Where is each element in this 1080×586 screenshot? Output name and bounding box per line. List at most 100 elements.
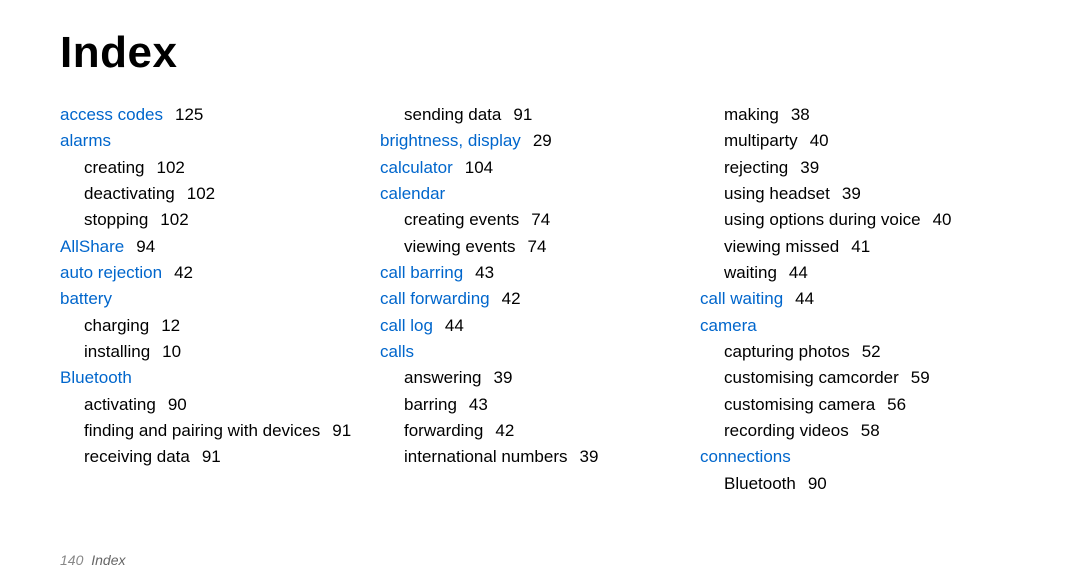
entry-page: 43 xyxy=(475,263,494,282)
entry-label: customising camcorder xyxy=(724,368,899,387)
entry-label: viewing events xyxy=(404,237,516,256)
index-subentry: rejecting 39 xyxy=(700,155,1000,181)
index-column-1: access codes125alarmscreating102deactiva… xyxy=(60,102,380,497)
index-column-2: sending data 91 brightness, display 29 calcu… xyxy=(380,102,700,497)
entry-label: connections xyxy=(700,447,791,466)
index-subentry: capturing photos52 xyxy=(700,339,1000,365)
entry-page: 39 xyxy=(579,447,598,466)
entry-label: call log xyxy=(380,316,433,335)
index-subentry: customising camera 56 xyxy=(700,392,1000,418)
entry-page: 44 xyxy=(789,263,808,282)
index-subentry: making38 xyxy=(700,102,1000,128)
entry-label: multiparty xyxy=(724,131,798,150)
index-term: calendar xyxy=(380,181,680,207)
index-term: access codes 125 xyxy=(60,102,360,128)
entry-label: forwarding xyxy=(404,421,483,440)
index-subentry: answering39 xyxy=(380,365,680,391)
index-term: camera xyxy=(700,313,1000,339)
index-subentry: recording videos 58 xyxy=(700,418,1000,444)
entry-page: 91 xyxy=(332,421,351,440)
page-title: Index xyxy=(60,28,1020,78)
entry-label: deactivating xyxy=(84,184,175,203)
entry-page: 52 xyxy=(862,342,881,361)
entry-label: barring xyxy=(404,395,457,414)
entry-label: AllShare xyxy=(60,237,124,256)
entry-label: call forwarding xyxy=(380,289,490,308)
index-term: battery xyxy=(60,286,360,312)
index-term: brightness, display 29 xyxy=(380,128,680,154)
index-subentry: finding and pairing with devices 91 xyxy=(60,418,360,444)
entry-label: call barring xyxy=(380,263,463,282)
index-column-3: making38multiparty40rejecting39using hea… xyxy=(700,102,1020,497)
index-term: call log44 xyxy=(380,313,680,339)
entry-label: sending data xyxy=(404,105,501,124)
entry-page: 29 xyxy=(533,131,552,150)
entry-label: alarms xyxy=(60,131,111,150)
entry-page: 90 xyxy=(808,474,827,493)
entry-page: 38 xyxy=(791,105,810,124)
entry-page: 56 xyxy=(887,395,906,414)
entry-label: calculator xyxy=(380,158,453,177)
entry-page: 42 xyxy=(502,289,521,308)
entry-label: finding and pairing with devices xyxy=(84,421,320,440)
index-subentry: using options during voice40 xyxy=(700,207,1000,233)
index-term: auto rejection 42 xyxy=(60,260,360,286)
index-term: connections xyxy=(700,444,1000,470)
entry-page: 39 xyxy=(842,184,861,203)
index-subentry: receiving data 91 xyxy=(60,444,360,470)
entry-label: charging xyxy=(84,316,149,335)
entry-page: 102 xyxy=(160,210,188,229)
entry-page: 10 xyxy=(162,342,181,361)
entry-label: installing xyxy=(84,342,150,361)
entry-label: receiving data xyxy=(84,447,190,466)
entry-page: 102 xyxy=(156,158,184,177)
index-subentry: deactivating 102 xyxy=(60,181,360,207)
entry-page: 102 xyxy=(187,184,215,203)
entry-label: access codes xyxy=(60,105,163,124)
entry-page: 58 xyxy=(861,421,880,440)
index-subentry: installing 10 xyxy=(60,339,360,365)
entry-page: 94 xyxy=(136,237,155,256)
index-subentry: barring 43 xyxy=(380,392,680,418)
entry-page: 90 xyxy=(168,395,187,414)
entry-label: Bluetooth xyxy=(724,474,796,493)
entry-label: creating events xyxy=(404,210,519,229)
index-subentry: viewing missed41 xyxy=(700,234,1000,260)
entry-label: international numbers xyxy=(404,447,567,466)
index-term: AllShare 94 xyxy=(60,234,360,260)
entry-page: 40 xyxy=(933,210,952,229)
entry-label: brightness, display xyxy=(380,131,521,150)
entry-label: creating xyxy=(84,158,144,177)
entry-page: 44 xyxy=(795,289,814,308)
entry-page: 91 xyxy=(513,105,532,124)
entry-label: rejecting xyxy=(724,158,788,177)
index-term: alarms xyxy=(60,128,360,154)
entry-page: 42 xyxy=(174,263,193,282)
entry-label: waiting xyxy=(724,263,777,282)
entry-page: 74 xyxy=(528,237,547,256)
entry-page: 59 xyxy=(911,368,930,387)
index-subentry: multiparty40 xyxy=(700,128,1000,154)
entry-label: calendar xyxy=(380,184,445,203)
entry-page: 42 xyxy=(495,421,514,440)
entry-page: 43 xyxy=(469,395,488,414)
entry-label: battery xyxy=(60,289,112,308)
entry-label: customising camera xyxy=(724,395,875,414)
index-subentry: stopping102 xyxy=(60,207,360,233)
index-term: calls xyxy=(380,339,680,365)
entry-label: recording videos xyxy=(724,421,849,440)
entry-page: 39 xyxy=(800,158,819,177)
entry-label: camera xyxy=(700,316,757,335)
index-subentry: customising camcorder 59 xyxy=(700,365,1000,391)
index-term: call waiting 44 xyxy=(700,286,1000,312)
entry-label: call waiting xyxy=(700,289,783,308)
entry-page: 125 xyxy=(175,105,203,124)
index-subentry: sending data 91 xyxy=(380,102,680,128)
entry-label: using headset xyxy=(724,184,830,203)
entry-page: 91 xyxy=(202,447,221,466)
footer-section: Index xyxy=(91,552,125,568)
index-subentry: international numbers 39 xyxy=(380,444,680,470)
index-term: call forwarding 42 xyxy=(380,286,680,312)
index-term: calculator104 xyxy=(380,155,680,181)
entry-label: auto rejection xyxy=(60,263,162,282)
